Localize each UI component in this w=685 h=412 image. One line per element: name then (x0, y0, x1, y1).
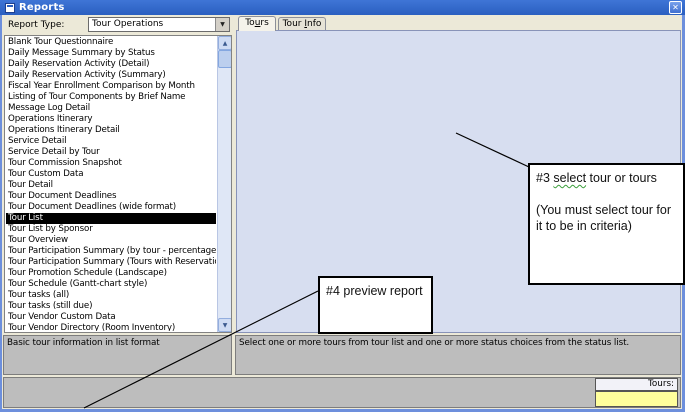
window-title: Reports (19, 2, 65, 13)
title-bar: Reports ✕ (0, 0, 685, 15)
chevron-down-icon[interactable]: ▼ (215, 18, 229, 31)
close-icon[interactable]: ✕ (669, 1, 682, 14)
scroll-down-icon[interactable]: ▼ (218, 318, 232, 332)
report-list-item[interactable]: Tour Participation Summary (Tours with R… (6, 257, 216, 268)
report-listbox[interactable]: Blank Tour QuestionnaireDaily Message Su… (4, 35, 232, 333)
misspelled-word: select (553, 171, 586, 185)
report-list-item[interactable]: Tour Schedule (Gantt-chart style) (6, 279, 216, 290)
report-list-item[interactable]: Operations Itinerary (6, 114, 216, 125)
report-list-scrollbar[interactable]: ▲ ▼ (217, 36, 231, 332)
tab-tour-info[interactable]: Tour Info (278, 17, 326, 31)
reports-window: Reports ✕ Report Type: Tour Operations ▼… (0, 0, 685, 412)
report-list-item[interactable]: Tour Document Deadlines (wide format) (6, 202, 216, 213)
report-list-item[interactable]: Service Detail by Tour (6, 147, 216, 158)
scroll-thumb[interactable] (218, 50, 232, 68)
tours-count-label: Tours: (595, 378, 678, 391)
report-description: Basic tour information in list format (7, 338, 160, 348)
report-list-item[interactable]: Blank Tour Questionnaire (6, 37, 216, 48)
report-list-item[interactable]: Fiscal Year Enrollment Comparison by Mon… (6, 81, 216, 92)
report-list-item[interactable]: Tour Vendor Directory (Room Inventory) (6, 323, 216, 331)
callout-select-tour: #3 select tour or tours (You must select… (528, 163, 685, 285)
window-icon (5, 3, 15, 13)
instructions-text: Select one or more tours from tour list … (239, 338, 629, 348)
tab-tours-label: To (245, 18, 254, 28)
report-list-item[interactable]: Tour List (6, 213, 216, 224)
callout-preview-report: #4 preview report (318, 276, 433, 334)
report-list-item[interactable]: Tour Commission Snapshot (6, 158, 216, 169)
report-list-item[interactable]: Tour Vendor Custom Data (6, 312, 216, 323)
report-list-item[interactable]: Tour Custom Data (6, 169, 216, 180)
report-description-panel: Basic tour information in list format (3, 335, 232, 375)
report-list-item[interactable]: Daily Message Summary by Status (6, 48, 216, 59)
tours-count-field[interactable] (595, 391, 678, 407)
report-list-item[interactable]: Tour tasks (all) (6, 290, 216, 301)
report-type-dropdown[interactable]: Tour Operations ▼ (88, 17, 230, 32)
bottom-bar (3, 377, 681, 408)
report-list-item[interactable]: Tour Detail (6, 180, 216, 191)
report-list-item[interactable]: Listing of Tour Components by Brief Name (6, 92, 216, 103)
report-list-item[interactable]: Daily Reservation Activity (Detail) (6, 59, 216, 70)
report-list-item[interactable]: Tour Participation Summary (by tour - pe… (6, 246, 216, 257)
report-list-item[interactable]: Tour Promotion Schedule (Landscape) (6, 268, 216, 279)
report-list-item[interactable]: Service Detail (6, 136, 216, 147)
report-list-item[interactable]: Tour List by Sponsor (6, 224, 216, 235)
tab-tour-info-label: Tour (283, 19, 305, 29)
callout-select-tour-note: (You must select tour for it to be in cr… (536, 203, 671, 233)
instructions-panel: Select one or more tours from tour list … (235, 335, 681, 375)
report-list-item[interactable]: Daily Reservation Activity (Summary) (6, 70, 216, 81)
report-list-item[interactable]: Tour tasks (still due) (6, 301, 216, 312)
report-list-item[interactable]: Operations Itinerary Detail (6, 125, 216, 136)
report-list-item[interactable]: Tour Overview (6, 235, 216, 246)
report-list-item[interactable]: Message Log Detail (6, 103, 216, 114)
report-type-label: Report Type: (8, 20, 64, 30)
tab-tours[interactable]: Tours (238, 16, 276, 31)
report-list: Blank Tour QuestionnaireDaily Message Su… (6, 37, 216, 331)
report-type-value: Tour Operations (92, 19, 163, 29)
scroll-up-icon[interactable]: ▲ (218, 36, 232, 50)
report-list-item[interactable]: Tour Document Deadlines (6, 191, 216, 202)
